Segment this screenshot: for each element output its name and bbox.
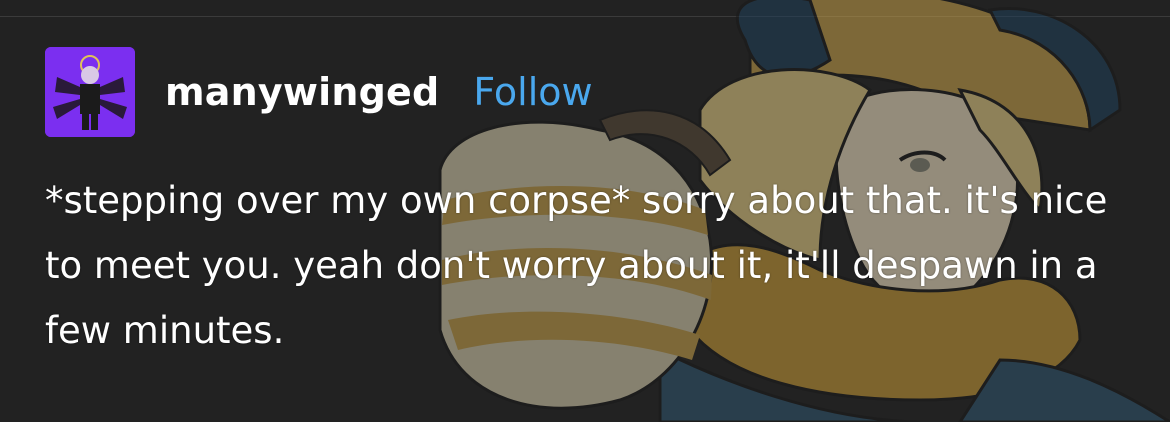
user-avatar-icon xyxy=(45,47,135,137)
username[interactable]: manywinged xyxy=(165,70,439,114)
post: manywinged Follow *stepping over my own … xyxy=(45,46,1145,363)
follow-button[interactable]: Follow xyxy=(473,70,592,114)
user-avatar[interactable] xyxy=(45,47,135,137)
post-header: manywinged Follow xyxy=(45,46,1145,138)
top-divider xyxy=(0,16,1170,17)
post-body-text: *stepping over my own corpse* sorry abou… xyxy=(45,179,1108,352)
